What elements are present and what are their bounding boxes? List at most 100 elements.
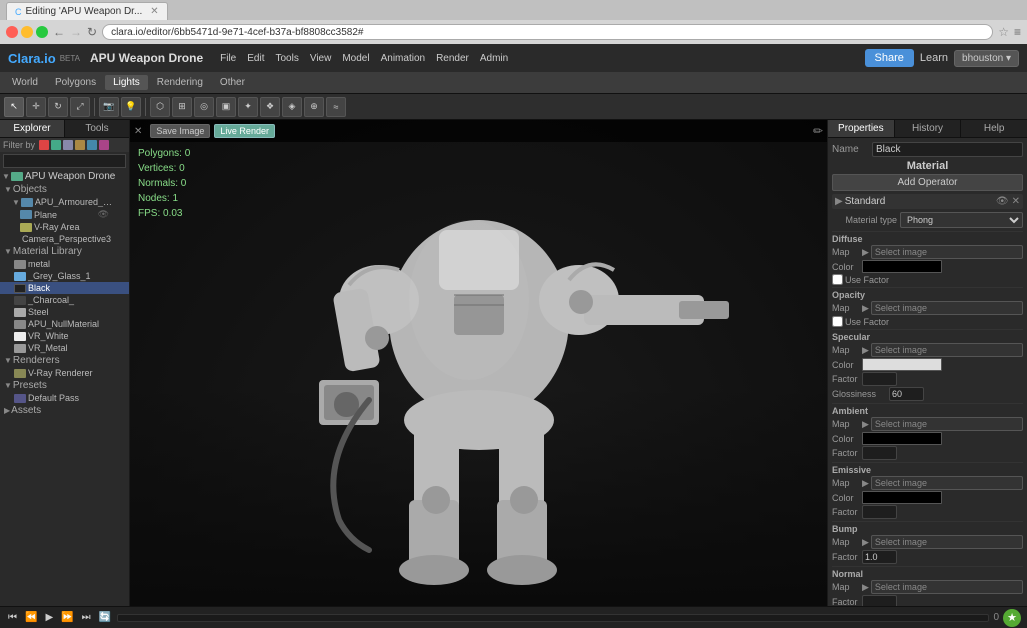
prop-tab-history[interactable]: History — [895, 120, 962, 137]
move-tool-btn[interactable]: ✛ — [26, 97, 46, 117]
tree-section-renderers[interactable]: ▼ Renderers — [0, 354, 129, 367]
tree-item-charcoal[interactable]: _Charcoal_ — [0, 294, 129, 306]
opacity-map-arrow[interactable]: ▶ — [862, 303, 869, 314]
search-input[interactable] — [3, 154, 126, 168]
menu-view[interactable]: View — [305, 51, 337, 66]
opacity-use-factor-checkbox[interactable] — [832, 316, 843, 327]
emissive-factor-input[interactable] — [862, 505, 897, 519]
diffuse-color-swatch[interactable] — [862, 260, 942, 273]
specular-color-swatch[interactable] — [862, 358, 942, 371]
tree-item-root[interactable]: ▼ APU Weapon Drone — [0, 170, 129, 183]
opacity-select-image-btn[interactable]: Select image — [871, 301, 1023, 315]
tool-btn-f[interactable]: ❖ — [260, 97, 280, 117]
filter-icon-3[interactable] — [63, 140, 73, 150]
back-btn[interactable]: ← — [53, 25, 65, 39]
emissive-map-arrow[interactable]: ▶ — [862, 478, 869, 489]
emissive-color-swatch[interactable] — [862, 491, 942, 504]
normal-select-image-btn[interactable]: Select image — [871, 580, 1023, 594]
mode-tab-rendering[interactable]: Rendering — [149, 75, 211, 90]
window-close-btn[interactable] — [6, 26, 18, 38]
window-minimize-btn[interactable] — [21, 26, 33, 38]
playback-prev-btn[interactable]: ⏪ — [23, 612, 39, 623]
filter-icon-2[interactable] — [51, 140, 61, 150]
filter-icon-4[interactable] — [75, 140, 85, 150]
diffuse-use-factor-checkbox[interactable] — [832, 274, 843, 285]
bump-map-arrow[interactable]: ▶ — [862, 537, 869, 548]
tree-item-null-material[interactable]: APU_NullMaterial — [0, 318, 129, 330]
tree-item-vr-metal[interactable]: VR_Metal — [0, 342, 129, 354]
select-tool-btn[interactable]: ↖ — [4, 97, 24, 117]
specular-select-image-btn[interactable]: Select image — [871, 343, 1023, 357]
playback-end-btn[interactable]: ⏭ — [80, 612, 93, 623]
menu-admin[interactable]: Admin — [475, 51, 513, 66]
tool-btn-c[interactable]: ◎ — [194, 97, 214, 117]
menu-animation[interactable]: Animation — [376, 51, 430, 66]
share-button[interactable]: Share — [865, 49, 914, 67]
viewport-canvas[interactable] — [130, 120, 827, 606]
tool-btn-e[interactable]: ✦ — [238, 97, 258, 117]
timeline-track[interactable] — [117, 614, 989, 622]
diffuse-select-image-btn[interactable]: Select image — [871, 245, 1023, 259]
tree-item-plane[interactable]: Plane 👁 — [0, 208, 129, 221]
save-image-btn[interactable]: Save Image — [150, 124, 210, 138]
mode-tab-world[interactable]: World — [4, 75, 46, 90]
viewport-edit-btn[interactable]: ✏ — [813, 124, 823, 138]
normal-factor-input[interactable] — [862, 595, 897, 606]
prop-arrow-icon[interactable]: ▶ — [835, 196, 843, 207]
ambient-map-arrow[interactable]: ▶ — [862, 419, 869, 430]
tool-btn-i[interactable]: ≈ — [326, 97, 346, 117]
browser-tab[interactable]: C Editing 'APU Weapon Dr... ✕ — [6, 2, 168, 20]
playback-next-btn[interactable]: ⏩ — [59, 612, 75, 623]
tree-item-vray-renderer[interactable]: V-Ray Renderer — [0, 367, 129, 379]
menu-render[interactable]: Render — [431, 51, 474, 66]
tree-section-presets[interactable]: ▼ Presets — [0, 379, 129, 392]
tree-item-grey-glass[interactable]: _Grey_Glass_1 — [0, 270, 129, 282]
menu-model[interactable]: Model — [337, 51, 374, 66]
tree-item-apu[interactable]: ▼ APU_Armoured_Personnel_II... — [0, 196, 129, 208]
bookmark-icon[interactable]: ☆ — [998, 25, 1009, 39]
normal-map-arrow[interactable]: ▶ — [862, 582, 869, 593]
mode-tab-polygons[interactable]: Polygons — [47, 75, 104, 90]
glossiness-input[interactable] — [889, 387, 924, 401]
light-tool-btn[interactable]: 💡 — [121, 97, 141, 117]
tree-item-metal[interactable]: metal — [0, 258, 129, 270]
learn-button[interactable]: Learn — [920, 52, 948, 64]
menu-file[interactable]: File — [215, 51, 241, 66]
window-maximize-btn[interactable] — [36, 26, 48, 38]
menu-icon[interactable]: ≡ — [1014, 25, 1021, 39]
tree-item-vray-area[interactable]: V-Ray Area — [0, 221, 129, 233]
prop-tab-help[interactable]: Help — [961, 120, 1027, 137]
tool-btn-g[interactable]: ◈ — [282, 97, 302, 117]
sidebar-tab-explorer[interactable]: Explorer — [0, 120, 65, 137]
filter-icon-1[interactable] — [39, 140, 49, 150]
tree-section-materials[interactable]: ▼ Material Library — [0, 245, 129, 258]
prop-name-input[interactable] — [872, 142, 1023, 157]
tree-item-steel[interactable]: Steel — [0, 306, 129, 318]
tree-item-black[interactable]: Black — [0, 282, 129, 294]
sidebar-tab-tools[interactable]: Tools — [65, 120, 129, 137]
playback-start-btn[interactable]: ⏮ — [6, 612, 19, 623]
ambient-factor-input[interactable] — [862, 446, 897, 460]
address-bar[interactable]: clara.io/editor/6bb5471d-9e71-4cef-b37a-… — [102, 24, 993, 40]
bump-select-image-btn[interactable]: Select image — [871, 535, 1023, 549]
star-badge[interactable]: ★ — [1003, 609, 1021, 627]
tool-btn-h[interactable]: ⊕ — [304, 97, 324, 117]
mode-tab-lights[interactable]: Lights — [105, 75, 148, 90]
tree-section-objects[interactable]: ▼ Objects — [0, 183, 129, 196]
tool-btn-b[interactable]: ⊞ — [172, 97, 192, 117]
rotate-tool-btn[interactable]: ↻ — [48, 97, 68, 117]
tree-item-camera[interactable]: Camera_Perspective3 — [0, 233, 129, 245]
tool-btn-d[interactable]: ▣ — [216, 97, 236, 117]
specular-factor-input[interactable] — [862, 372, 897, 386]
ambient-select-image-btn[interactable]: Select image — [871, 417, 1023, 431]
specular-map-arrow[interactable]: ▶ — [862, 345, 869, 356]
filter-icon-5[interactable] — [87, 140, 97, 150]
tab-close-icon[interactable]: ✕ — [150, 6, 158, 17]
prop-eye-icon[interactable]: 👁 — [996, 196, 1009, 207]
user-button[interactable]: bhouston ▾ — [954, 50, 1019, 67]
filter-icon-6[interactable] — [99, 140, 109, 150]
camera-tool-btn[interactable]: 📷 — [99, 97, 119, 117]
mode-tab-other[interactable]: Other — [212, 75, 253, 90]
forward-btn[interactable]: → — [70, 25, 82, 39]
add-operator-btn[interactable]: Add Operator — [832, 174, 1023, 191]
